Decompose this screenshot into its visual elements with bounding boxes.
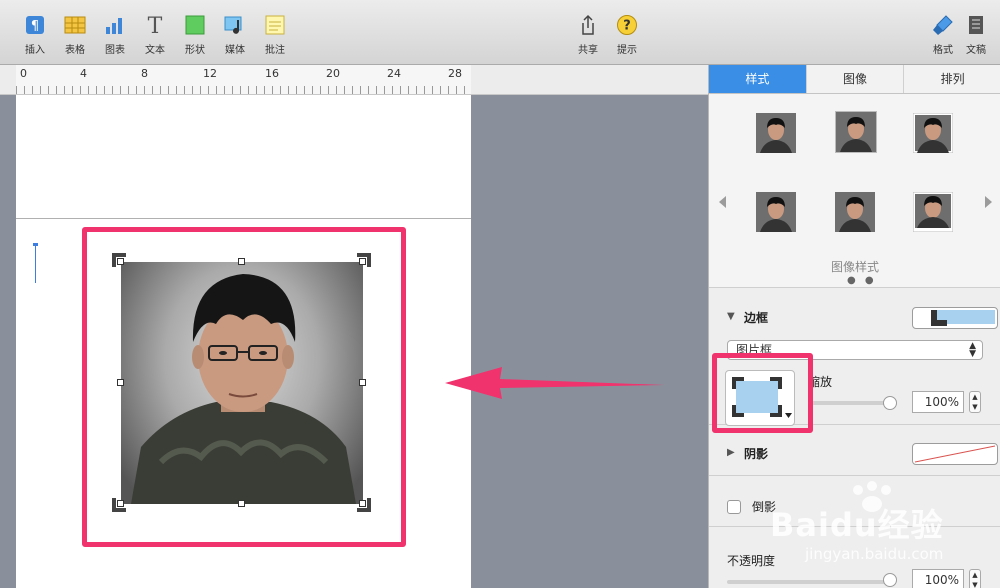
opacity-value-field[interactable]: 100% [912, 569, 964, 588]
style-thumbnail[interactable] [756, 113, 796, 153]
shape-button[interactable]: 形状 [175, 14, 215, 56]
toolbar: ¶ 插入 表格 图表 T 文本 形状 媒体 批注 共享 ? 提示 格式 文稿 [0, 0, 1000, 65]
shadow-title: 阴影 [744, 447, 769, 461]
portrait-thumbnail-icon [835, 192, 875, 232]
chart-button[interactable]: 图表 [95, 14, 135, 56]
media-button[interactable]: 媒体 [215, 14, 255, 56]
svg-text:T: T [148, 14, 163, 36]
chart-icon [106, 18, 122, 34]
shape-icon [185, 15, 205, 35]
paragraph-icon: ¶ [26, 16, 44, 34]
tab-image[interactable]: 图像 [806, 65, 905, 93]
svg-text:?: ? [623, 19, 631, 34]
next-style-arrow-icon[interactable] [985, 196, 992, 208]
ruler-tick-label: 4 [80, 67, 87, 80]
tips-icon: ? [617, 15, 637, 35]
horizontal-ruler[interactable]: 0 4 8 12 16 20 24 28 [16, 65, 471, 95]
disclosure-closed-icon[interactable]: ▶ [727, 447, 735, 458]
inspector-tabs: 样式 图像 排列 [709, 65, 1000, 94]
insert-button[interactable]: ¶ 插入 [15, 14, 55, 56]
table-button[interactable]: 表格 [55, 14, 95, 56]
opacity-label: 不透明度 [727, 554, 776, 568]
ruler-tick-label: 20 [326, 67, 340, 80]
image-highlight-box [82, 227, 406, 547]
share-icon [582, 14, 594, 35]
styles-page-dots[interactable]: ● ● [847, 275, 877, 286]
border-style-swatch[interactable] [912, 307, 998, 329]
style-thumbnail[interactable] [835, 192, 875, 232]
no-shadow-icon [914, 445, 996, 463]
text-icon: T [148, 14, 163, 36]
text-button[interactable]: T 文本 [135, 14, 175, 56]
tab-style[interactable]: 样式 [709, 65, 807, 93]
ruler-tick-label: 12 [203, 67, 217, 80]
table-icon [64, 16, 86, 34]
ruler-tick-label: 28 [448, 67, 462, 80]
media-icon [224, 16, 242, 34]
tab-arrange[interactable]: 排列 [904, 65, 1000, 93]
scale-stepper[interactable]: ▲ ▼ [969, 391, 981, 413]
image-styles-area: 图像样式 ● ● [709, 94, 1000, 288]
opacity-stepper[interactable]: ▲ ▼ [969, 569, 981, 588]
scale-value-field[interactable]: 100% [912, 391, 964, 413]
pointer-arrow-icon [445, 367, 665, 399]
ruler-tick-label: 24 [387, 67, 401, 80]
picture-frame-icon [931, 310, 995, 326]
style-thumbnail[interactable] [756, 192, 796, 232]
watermark-brand: Baidu经验 [770, 506, 944, 544]
previous-style-arrow-icon[interactable] [719, 196, 726, 208]
select-chevron-icon: ▲ ▼ [969, 341, 976, 359]
ruler-tick-marks [16, 86, 471, 94]
ruler-tick-label: 16 [265, 67, 279, 80]
opacity-slider[interactable] [727, 580, 891, 584]
portrait-thumbnail-icon [756, 113, 796, 153]
format-brush-icon [933, 15, 953, 35]
ruler-corner [0, 65, 16, 95]
tips-button[interactable]: ? 提示 [607, 14, 647, 56]
frame-picker-highlight-box [712, 353, 813, 433]
comment-icon [265, 15, 285, 35]
shadow-style-swatch[interactable] [912, 443, 998, 465]
portrait-thumbnail-icon [913, 192, 953, 232]
canvas-gutter [0, 95, 16, 588]
text-cursor [35, 245, 36, 283]
shadow-section: ▶ 阴影 [709, 426, 1000, 476]
reflection-checkbox[interactable] [727, 500, 741, 514]
disclosure-open-icon[interactable]: ▼ [727, 311, 735, 322]
portrait-thumbnail-icon [756, 192, 796, 232]
portrait-thumbnail-icon [836, 112, 876, 152]
scale-slider[interactable] [809, 401, 891, 405]
ruler-tick-label: 8 [141, 67, 148, 80]
page-divider [16, 218, 471, 219]
svg-text:¶: ¶ [31, 19, 39, 34]
style-thumbnail[interactable] [913, 113, 953, 153]
opacity-slider-knob[interactable] [883, 573, 897, 587]
ruler-tick-label: 0 [20, 67, 27, 80]
style-thumbnail[interactable] [835, 111, 877, 153]
image-styles-caption: 图像样式 [830, 260, 879, 274]
share-button[interactable]: 共享 [568, 14, 608, 56]
portrait-thumbnail-icon [913, 113, 953, 153]
watermark-url: jingyan.baidu.com [805, 545, 944, 563]
scale-slider-knob[interactable] [883, 396, 897, 410]
border-title: 边框 [744, 311, 769, 325]
comment-button[interactable]: 批注 [255, 14, 295, 56]
style-thumbnail[interactable] [913, 192, 953, 232]
ruler-extension [471, 65, 708, 95]
document-button[interactable]: 文稿 [956, 14, 996, 56]
document-icon [969, 16, 983, 34]
